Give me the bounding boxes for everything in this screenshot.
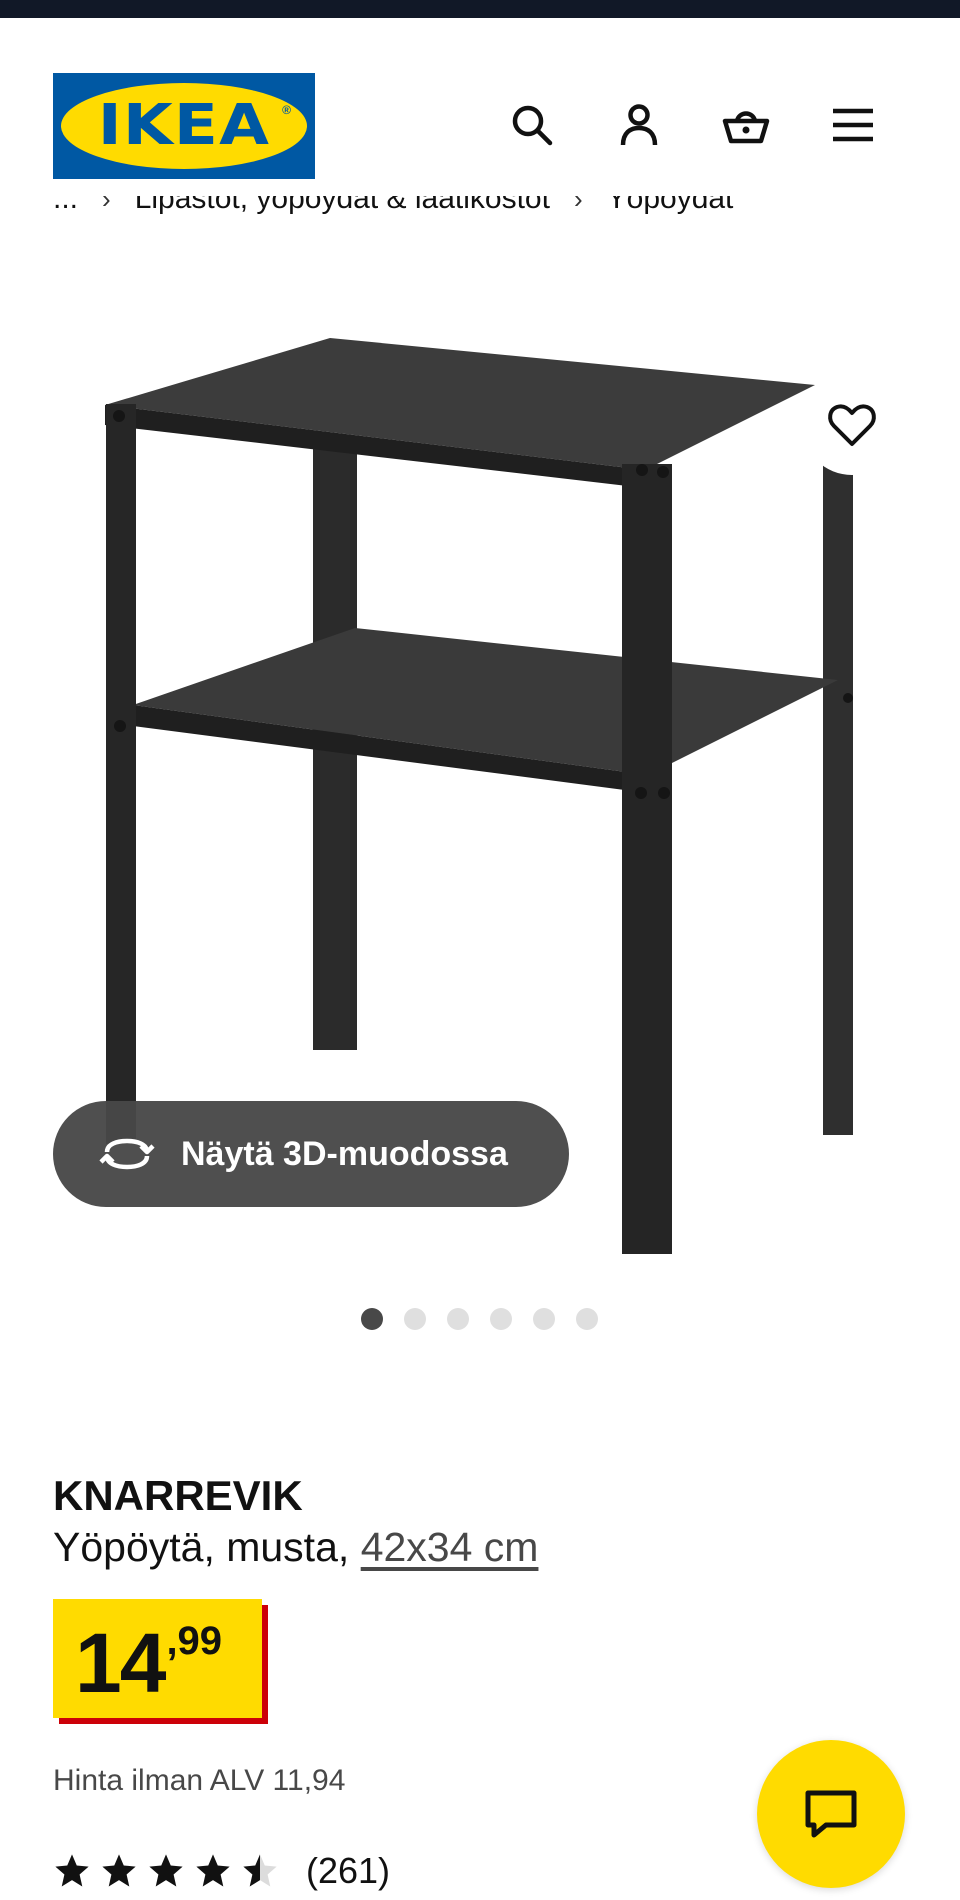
search-button[interactable] [505,98,559,152]
product-type: Yöpöytä, musta, [53,1524,350,1570]
rotate-3d-icon [99,1138,155,1170]
chat-button[interactable] [757,1740,905,1888]
product-description: Yöpöytä, musta, 42x34 cm [53,1524,538,1571]
gallery-dot[interactable] [447,1308,469,1330]
breadcrumb-separator-icon: › [102,196,111,214]
gallery-dot[interactable] [533,1308,555,1330]
price-integer: 14 [75,1616,166,1710]
star-icon [196,1854,230,1887]
logo-text: IKEA [97,93,271,158]
star-icon [149,1854,183,1887]
breadcrumb-item-current[interactable]: Yöpöydät [607,196,734,216]
heart-icon [828,404,876,446]
rating[interactable]: (261) [53,1850,390,1892]
menu-icon [833,108,873,142]
view-3d-button[interactable]: Näytä 3D-muodossa [53,1101,569,1207]
price-tag: 14 ,99 [53,1599,268,1724]
gallery-pagination [361,1308,598,1330]
view-3d-label: Näytä 3D-muodossa [181,1134,508,1173]
gallery-dot[interactable] [404,1308,426,1330]
rating-count: (261) [306,1850,391,1891]
search-icon [512,105,553,146]
ikea-logo[interactable]: IKEA ® [53,73,315,179]
favorite-button[interactable] [802,375,902,475]
star-icon [102,1854,136,1887]
star-icon [55,1854,89,1887]
basket-icon [722,111,770,144]
chat-icon [805,1790,857,1838]
price-box: 14 ,99 [53,1599,262,1718]
breadcrumb-separator-icon: › [573,196,583,214]
menu-button[interactable] [826,98,880,152]
gallery-dot[interactable] [576,1308,598,1330]
status-bar [0,0,960,18]
account-button[interactable] [612,98,666,152]
gallery-dot[interactable] [490,1308,512,1330]
logo-oval: IKEA [61,83,307,169]
breadcrumb-item-category[interactable]: Lipastot, yöpöydät & laatikostot [135,196,550,216]
account-icon [620,104,658,146]
product-name: KNARREVIK [53,1472,303,1519]
half-star-icon [243,1854,277,1887]
logo-registered-mark: ® [282,103,291,117]
breadcrumb-ellipsis[interactable]: ... [53,196,78,216]
breadcrumb: ... › Lipastot, yöpöydät & laatikostot ›… [53,196,933,246]
price-decimal: ,99 [166,1619,223,1663]
gallery-dot[interactable] [361,1308,383,1330]
basket-button[interactable] [719,98,773,152]
price-excl-vat: Hinta ilman ALV 11,94 [53,1764,346,1797]
product-size-link[interactable]: 42x34 cm [361,1524,539,1570]
